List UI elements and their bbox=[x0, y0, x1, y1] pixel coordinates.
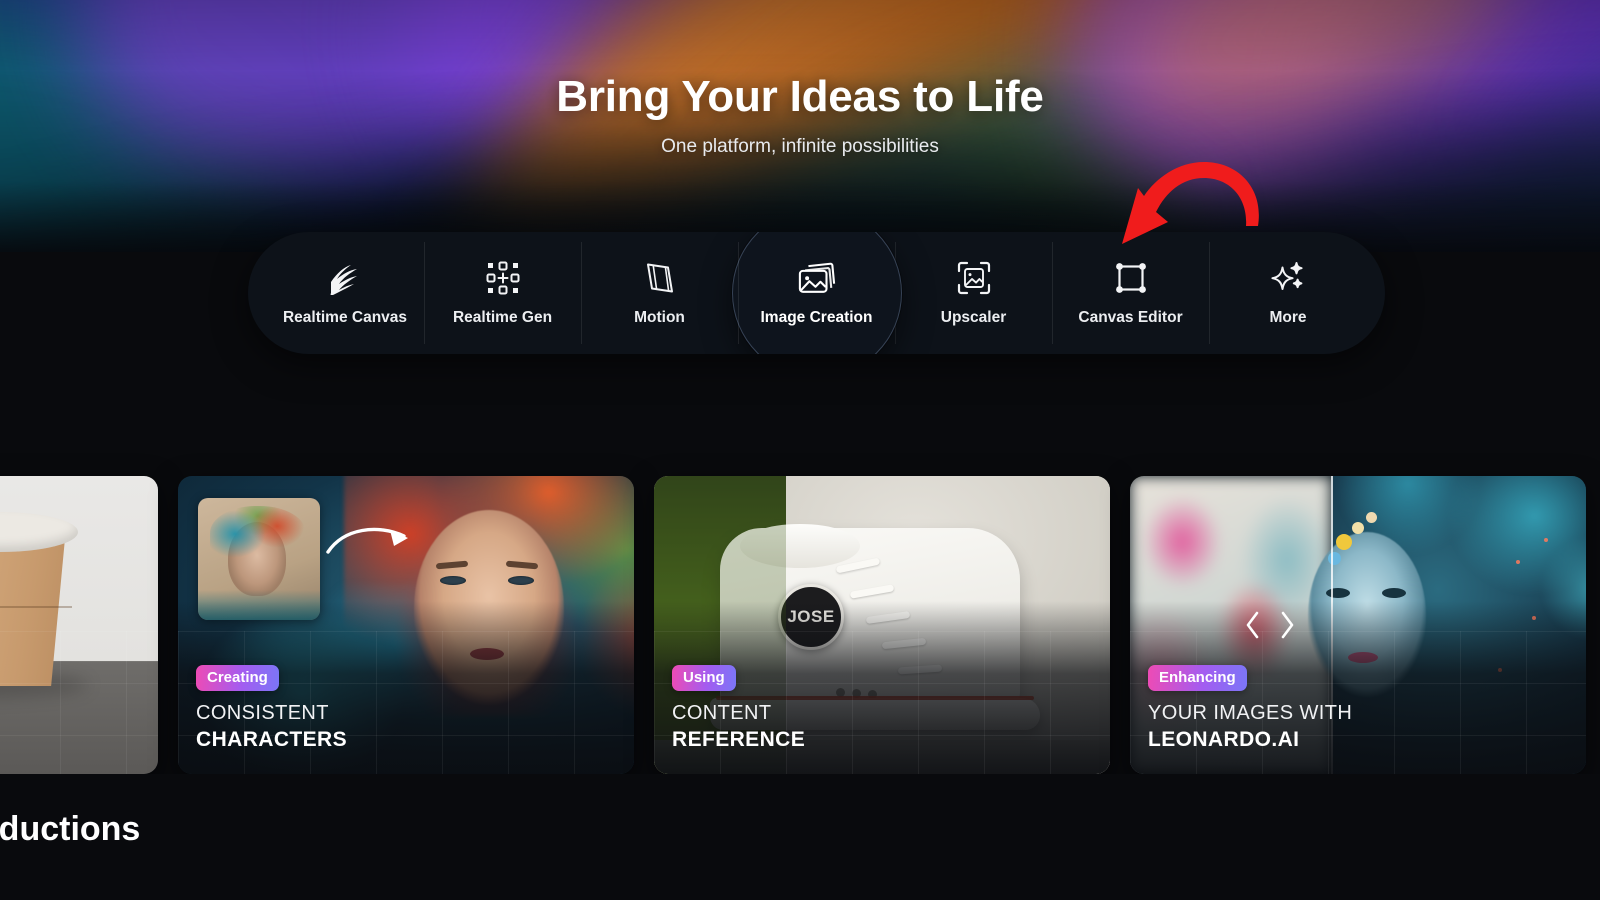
tab-label: Canvas Editor bbox=[1078, 309, 1183, 326]
card-line-1: CONSISTENT bbox=[196, 702, 329, 724]
hero-copy: Bring Your Ideas to Life One platform, i… bbox=[0, 72, 1600, 158]
card-caption: Enhancing YOUR IMAGES WITH LEONARDO.AI bbox=[1148, 664, 1568, 752]
tab-realtime-gen[interactable]: Realtime Gen bbox=[424, 232, 581, 354]
carousel-prev-button[interactable] bbox=[1238, 601, 1268, 649]
bottom-section: Productions bbox=[0, 774, 1600, 900]
hero-banner: Bring Your Ideas to Life One platform, i… bbox=[0, 0, 1600, 252]
carousel-card[interactable]: Enhancing YOUR IMAGES WITH LEONARDO.AI bbox=[1130, 476, 1586, 774]
featured-carousel: Creating CONSISTENT CHARACTERS Using CON… bbox=[0, 476, 1600, 774]
card-caption: Creating CONSISTENT CHARACTERS bbox=[196, 664, 616, 752]
card-line-2: REFERENCE bbox=[672, 728, 806, 751]
tab-upscaler[interactable]: Upscaler bbox=[895, 232, 1052, 354]
tab-image-creation[interactable]: Image Creation bbox=[731, 232, 902, 354]
card-line-1: YOUR IMAGES WITH bbox=[1148, 702, 1353, 724]
status-badge: Enhancing bbox=[1148, 664, 1247, 691]
tab-motion[interactable]: Motion bbox=[581, 232, 738, 354]
card-line-2: LEONARDO.AI bbox=[1148, 728, 1300, 751]
carousel-card[interactable]: Creating CONSISTENT CHARACTERS bbox=[178, 476, 634, 774]
film-strip-icon bbox=[641, 259, 679, 297]
tool-toolbar: Realtime Canvas Realtime Gen Motion Imag… bbox=[248, 232, 1385, 354]
tab-label: More bbox=[1269, 309, 1307, 326]
carousel-card[interactable] bbox=[0, 476, 158, 774]
tab-canvas-editor[interactable]: Canvas Editor bbox=[1052, 232, 1209, 354]
tab-label: Upscaler bbox=[940, 309, 1007, 326]
leonardo-home-screen: Bring Your Ideas to Life One platform, i… bbox=[0, 0, 1600, 900]
page-title: Bring Your Ideas to Life bbox=[556, 72, 1044, 121]
grid-plus-icon bbox=[484, 259, 522, 297]
page-subtitle: One platform, infinite possibilities bbox=[661, 136, 939, 157]
transform-arrow-icon bbox=[326, 527, 408, 554]
tab-label: Realtime Gen bbox=[452, 309, 553, 326]
tab-label: Motion bbox=[634, 309, 685, 326]
scribble-icon bbox=[326, 259, 364, 297]
section-title: Productions bbox=[0, 810, 141, 848]
card-line-1: CONTENT bbox=[672, 702, 772, 724]
tab-label: Realtime Canvas bbox=[282, 309, 408, 326]
image-frame-icon bbox=[955, 259, 993, 297]
card-grid-overlay bbox=[0, 630, 158, 774]
status-badge: Using bbox=[672, 664, 736, 691]
card-line-2: CHARACTERS bbox=[196, 728, 347, 751]
carousel-next-button[interactable] bbox=[1272, 601, 1302, 649]
tab-realtime-canvas[interactable]: Realtime Canvas bbox=[248, 232, 424, 354]
image-stack-icon bbox=[798, 259, 836, 297]
bounding-box-icon bbox=[1112, 259, 1150, 297]
card-caption: Using CONTENT REFERENCE bbox=[672, 664, 1092, 752]
chevron-left-icon bbox=[1246, 611, 1259, 639]
carousel-card[interactable]: JOSE Using CONTENT REFERENCE bbox=[654, 476, 1110, 774]
tab-label: Image Creation bbox=[760, 309, 873, 326]
sparkles-icon bbox=[1269, 259, 1307, 297]
status-badge: Creating bbox=[196, 664, 279, 691]
tab-more[interactable]: More bbox=[1209, 232, 1385, 354]
chevron-right-icon bbox=[1281, 611, 1294, 639]
